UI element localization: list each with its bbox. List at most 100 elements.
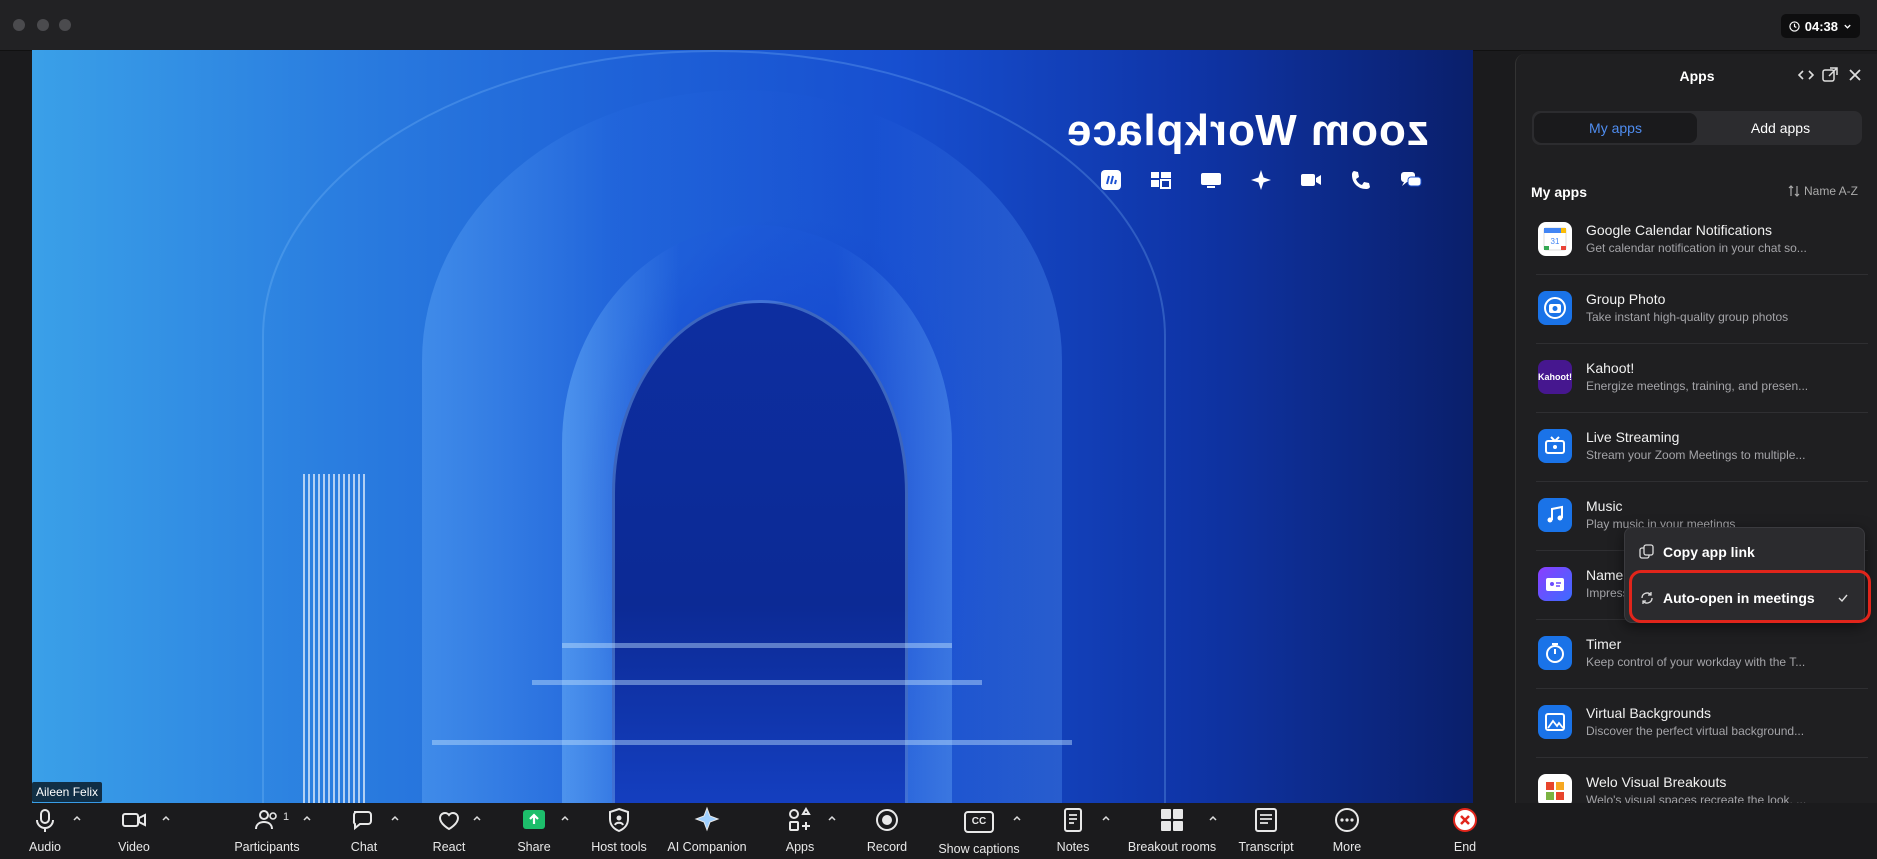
react-label: React bbox=[432, 840, 466, 854]
react-button[interactable]: React bbox=[428, 806, 470, 854]
video-options-chevron-up-icon[interactable] bbox=[161, 813, 171, 823]
transcript-icon bbox=[1255, 808, 1277, 832]
breakout-options-chevron-up-icon[interactable] bbox=[1208, 813, 1218, 823]
app-name: Live Streaming bbox=[1586, 429, 1680, 445]
more-button[interactable]: More bbox=[1325, 806, 1369, 854]
notes-button[interactable]: Notes bbox=[1052, 806, 1094, 854]
close-icon[interactable] bbox=[1846, 66, 1864, 84]
end-button[interactable]: End bbox=[1448, 806, 1482, 854]
apps-icon bbox=[789, 807, 811, 831]
music-icon bbox=[1538, 498, 1572, 532]
minimize-window-button[interactable] bbox=[37, 19, 49, 31]
audio-options-chevron-up-icon[interactable] bbox=[72, 813, 82, 823]
app-row[interactable]: 31 Google Calendar Notifications Get cal… bbox=[1536, 206, 1868, 275]
meeting-time: 04:38 bbox=[1804, 18, 1838, 34]
google-calendar-icon: 31 bbox=[1538, 222, 1572, 256]
shield-icon bbox=[609, 807, 629, 833]
apps-button[interactable]: Apps bbox=[779, 806, 821, 854]
app-name: Music bbox=[1586, 498, 1623, 514]
host-tools-label: Host tools bbox=[591, 840, 647, 854]
audio-label: Audio bbox=[29, 840, 61, 854]
annotation-highlight bbox=[1629, 570, 1871, 623]
end-meeting-icon bbox=[1453, 808, 1477, 832]
chat-button[interactable]: Chat bbox=[344, 806, 384, 854]
clock-icon bbox=[1789, 20, 1800, 32]
app-row[interactable]: Group Photo Take instant high-quality gr… bbox=[1536, 275, 1868, 344]
host-tools-button[interactable]: Host tools bbox=[587, 806, 651, 854]
record-button[interactable]: Record bbox=[864, 806, 910, 854]
show-captions-label: Show captions bbox=[938, 842, 1020, 856]
notes-label: Notes bbox=[1056, 840, 1090, 854]
app-description: Keep control of your workday with the T.… bbox=[1586, 655, 1806, 669]
floor-line bbox=[432, 740, 1072, 745]
brand-text: zoom Workplace bbox=[1066, 106, 1429, 155]
ai-companion-button[interactable]: AI Companion bbox=[665, 806, 749, 854]
notes-options-chevron-up-icon[interactable] bbox=[1101, 813, 1111, 823]
brand-icon-row bbox=[1099, 168, 1423, 192]
code-icon[interactable] bbox=[1797, 66, 1815, 84]
participant-name-tag: Aileen Felix bbox=[32, 782, 103, 802]
chevron-down-icon bbox=[1844, 24, 1851, 29]
app-name: Virtual Backgrounds bbox=[1586, 705, 1712, 721]
app-name: Google Calendar Notifications bbox=[1586, 222, 1772, 238]
tab-my-apps[interactable]: My apps bbox=[1534, 113, 1697, 143]
more-label: More bbox=[1332, 840, 1362, 854]
panel-header: Apps bbox=[1516, 54, 1877, 98]
breakout-rooms-icon bbox=[1161, 809, 1183, 831]
apps-panel: Apps My apps Add apps My apps Name A-Z 3… bbox=[1515, 54, 1877, 859]
share-button[interactable]: Share bbox=[513, 806, 555, 854]
chat-options-chevron-up-icon[interactable] bbox=[390, 813, 400, 823]
close-window-button[interactable] bbox=[13, 19, 25, 31]
app-description: Take instant high-quality group photos bbox=[1586, 310, 1789, 324]
react-options-chevron-up-icon[interactable] bbox=[472, 813, 482, 823]
maximize-window-button[interactable] bbox=[59, 19, 71, 31]
participants-options-chevron-up-icon[interactable] bbox=[302, 813, 312, 823]
app-description: Discover the perfect virtual background.… bbox=[1586, 724, 1805, 738]
meeting-timer[interactable]: 04:38 bbox=[1780, 14, 1860, 38]
share-screen-icon bbox=[523, 810, 545, 829]
apps-options-chevron-up-icon[interactable] bbox=[827, 813, 837, 823]
participants-icon bbox=[255, 810, 277, 830]
app-name: Group Photo bbox=[1586, 291, 1666, 307]
video-label: Video bbox=[118, 840, 150, 854]
app-row[interactable]: Timer Keep control of your workday with … bbox=[1536, 620, 1868, 689]
breakout-rooms-label: Breakout rooms bbox=[1127, 840, 1217, 854]
breakout-rooms-button[interactable]: Breakout rooms bbox=[1125, 806, 1219, 854]
ai-companion-label: AI Companion bbox=[667, 840, 747, 854]
sort-icon bbox=[1788, 185, 1800, 197]
app-name: Name bbox=[1586, 567, 1624, 583]
participants-button[interactable]: Participants bbox=[227, 806, 307, 854]
doorway bbox=[612, 300, 908, 803]
show-captions-button[interactable]: CC Show captions bbox=[936, 806, 1022, 856]
display-icon bbox=[1199, 168, 1223, 192]
tab-add-apps[interactable]: Add apps bbox=[1699, 111, 1862, 145]
floor-line bbox=[532, 680, 982, 685]
light-streaks bbox=[303, 474, 367, 803]
audio-button[interactable]: Audio bbox=[22, 806, 68, 854]
ai-sparkle-icon bbox=[694, 806, 720, 832]
app-row[interactable]: Kahoot! Kahoot! Energize meetings, train… bbox=[1536, 344, 1868, 413]
chat-bubbles-icon bbox=[1399, 168, 1423, 192]
record-label: Record bbox=[866, 840, 908, 854]
chat-icon bbox=[352, 811, 372, 831]
app-row[interactable]: Live Streaming Stream your Zoom Meetings… bbox=[1536, 413, 1868, 482]
share-label: Share bbox=[517, 840, 551, 854]
sort-control[interactable]: Name A-Z bbox=[1788, 184, 1858, 198]
app-row[interactable]: Virtual Backgrounds Discover the perfect… bbox=[1536, 689, 1868, 758]
video-button[interactable]: Video bbox=[110, 806, 158, 854]
floor-line bbox=[562, 643, 952, 648]
microphone-icon bbox=[36, 809, 54, 832]
more-icon bbox=[1335, 808, 1359, 832]
copy-app-link-item[interactable]: Copy app link bbox=[1639, 541, 1755, 563]
pop-out-icon[interactable] bbox=[1821, 66, 1839, 84]
record-icon bbox=[876, 809, 898, 831]
camera-icon bbox=[1299, 168, 1323, 192]
captions-options-chevron-up-icon[interactable] bbox=[1012, 813, 1022, 823]
kahoot-icon: Kahoot! bbox=[1538, 360, 1572, 394]
virtual-backgrounds-icon bbox=[1538, 705, 1572, 739]
sparkle-icon bbox=[1249, 168, 1273, 192]
transcript-button[interactable]: Transcript bbox=[1235, 806, 1297, 854]
share-options-chevron-up-icon[interactable] bbox=[560, 813, 570, 823]
heart-icon bbox=[438, 812, 460, 831]
group-photo-icon bbox=[1538, 291, 1572, 325]
